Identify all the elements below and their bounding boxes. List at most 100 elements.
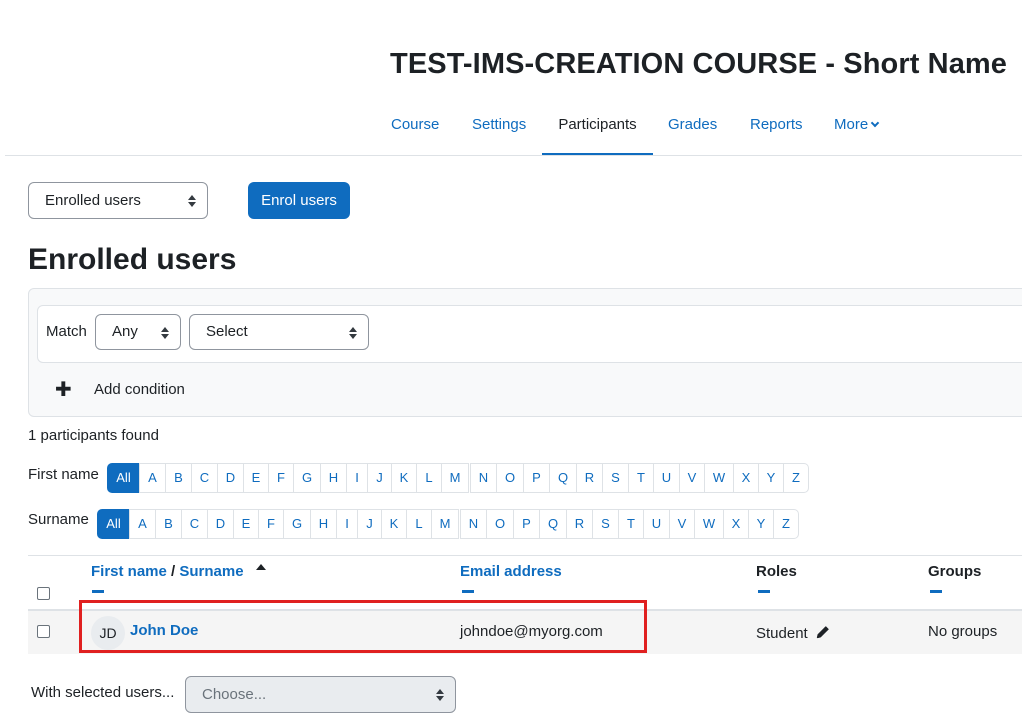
filter-panel: Match Any Select ✚ Add condition — [28, 288, 1022, 417]
surname-initial[interactable]: D — [207, 509, 234, 539]
collapse-column-icon[interactable] — [930, 590, 942, 593]
match-label: Match — [46, 323, 87, 340]
firstname-initial[interactable]: H — [320, 463, 347, 493]
pencil-icon[interactable] — [815, 625, 830, 644]
row-select-checkbox[interactable] — [37, 625, 50, 638]
select-arrows-icon — [436, 689, 444, 701]
chevron-down-icon — [870, 118, 880, 128]
firstname-initial[interactable]: A — [139, 463, 166, 493]
bulk-action-placeholder: Choose... — [202, 686, 267, 703]
secondary-nav: Course Settings Participants Grades Repo… — [0, 96, 1022, 156]
surname-initial[interactable]: Z — [773, 509, 799, 539]
firstname-initial[interactable]: W — [704, 463, 734, 493]
firstname-initial[interactable]: Q — [549, 463, 577, 493]
participants-view-select[interactable]: Enrolled users — [28, 182, 208, 219]
surname-initial[interactable]: F — [258, 509, 284, 539]
firstname-initials-bar: All A B C D E F G H I J K L M N O P Q R … — [107, 463, 809, 493]
bulk-action-label: With selected users... — [31, 684, 175, 701]
firstname-initial[interactable]: T — [628, 463, 654, 493]
firstname-initial[interactable]: P — [523, 463, 550, 493]
match-select[interactable]: Any — [95, 314, 181, 350]
sort-surname-link[interactable]: Surname — [179, 563, 243, 580]
firstname-initial[interactable]: M — [441, 463, 469, 493]
enrol-users-button[interactable]: Enrol users — [248, 182, 350, 219]
surname-initial[interactable]: R — [566, 509, 593, 539]
tab-grades[interactable]: Grades — [668, 96, 717, 156]
select-arrows-icon — [349, 327, 357, 339]
surname-initial[interactable]: T — [618, 509, 644, 539]
sort-email-link[interactable]: Email address — [460, 563, 562, 580]
surname-initial[interactable]: H — [310, 509, 337, 539]
tab-more[interactable]: More — [834, 96, 880, 156]
participant-role: Student — [756, 623, 830, 642]
firstname-initial[interactable]: V — [679, 463, 705, 493]
nav-divider — [5, 155, 1022, 156]
surname-initial-all[interactable]: All — [97, 509, 130, 539]
firstname-initial[interactable]: D — [217, 463, 244, 493]
filter-row: Match Any Select — [37, 305, 1022, 363]
surname-initial[interactable]: Q — [539, 509, 567, 539]
surname-initial[interactable]: C — [181, 509, 208, 539]
groups-column-header: Groups — [928, 563, 982, 580]
tab-participants[interactable]: Participants — [542, 96, 653, 156]
collapse-column-icon[interactable] — [92, 590, 104, 593]
page-heading: Enrolled users — [28, 243, 237, 276]
name-column-header: First name / Surname — [91, 563, 266, 580]
firstname-initial[interactable]: B — [165, 463, 192, 493]
firstname-initial[interactable]: F — [268, 463, 294, 493]
firstname-initial[interactable]: G — [293, 463, 321, 493]
surname-initials-bar: All A B C D E F G H I J K L M N O P Q R … — [97, 509, 799, 539]
firstname-initial[interactable]: O — [496, 463, 524, 493]
surname-initial[interactable]: L — [406, 509, 432, 539]
firstname-initial[interactable]: Y — [758, 463, 784, 493]
filter-type-select[interactable]: Select — [189, 314, 369, 350]
collapse-column-icon[interactable] — [462, 590, 474, 593]
firstname-initial[interactable]: U — [653, 463, 680, 493]
firstname-initial[interactable]: J — [367, 463, 392, 493]
surname-initial[interactable]: B — [155, 509, 182, 539]
surname-initial[interactable]: X — [723, 509, 749, 539]
email-column-header: Email address — [460, 563, 562, 580]
firstname-initial[interactable]: X — [733, 463, 759, 493]
tab-course[interactable]: Course — [391, 96, 439, 156]
surname-initial[interactable]: M — [431, 509, 459, 539]
firstname-initial[interactable]: C — [191, 463, 218, 493]
surname-initial[interactable]: W — [694, 509, 724, 539]
tab-reports[interactable]: Reports — [750, 96, 803, 156]
firstname-initial[interactable]: K — [391, 463, 417, 493]
surname-initial[interactable]: A — [129, 509, 156, 539]
firstname-initial[interactable]: I — [346, 463, 368, 493]
participant-role-label: Student — [756, 625, 808, 642]
surname-initial[interactable]: Y — [748, 509, 774, 539]
sort-firstname-link[interactable]: First name — [91, 563, 167, 580]
firstname-initial[interactable]: S — [602, 463, 629, 493]
surname-initial[interactable]: K — [381, 509, 407, 539]
bulk-action-select[interactable]: Choose... — [185, 676, 456, 713]
match-value: Any — [112, 323, 138, 340]
surname-initial[interactable]: J — [357, 509, 382, 539]
firstname-initial[interactable]: E — [243, 463, 269, 493]
plus-icon[interactable]: ✚ — [55, 377, 72, 402]
tab-more-label: More — [834, 116, 869, 133]
header-separator: / — [171, 563, 176, 580]
surname-initial[interactable]: V — [669, 509, 695, 539]
surname-initial[interactable]: I — [336, 509, 358, 539]
surname-initial[interactable]: S — [592, 509, 619, 539]
roles-column-header: Roles — [756, 563, 797, 580]
select-all-checkbox[interactable] — [37, 587, 50, 600]
firstname-initial[interactable]: L — [416, 463, 442, 493]
firstname-initial[interactable]: Z — [783, 463, 809, 493]
surname-initial[interactable]: E — [233, 509, 259, 539]
firstname-initial[interactable]: N — [470, 463, 497, 493]
surname-initial[interactable]: G — [283, 509, 311, 539]
surname-initial[interactable]: N — [460, 509, 487, 539]
firstname-initial-all[interactable]: All — [107, 463, 140, 493]
surname-initial[interactable]: U — [643, 509, 670, 539]
surname-initial[interactable]: O — [486, 509, 514, 539]
collapse-column-icon[interactable] — [758, 590, 770, 593]
tab-settings[interactable]: Settings — [472, 96, 526, 156]
firstname-initial[interactable]: R — [576, 463, 603, 493]
add-condition-link[interactable]: Add condition — [94, 381, 185, 398]
course-title: TEST-IMS-CREATION COURSE - Short Name — [390, 48, 1008, 80]
surname-initial[interactable]: P — [513, 509, 540, 539]
